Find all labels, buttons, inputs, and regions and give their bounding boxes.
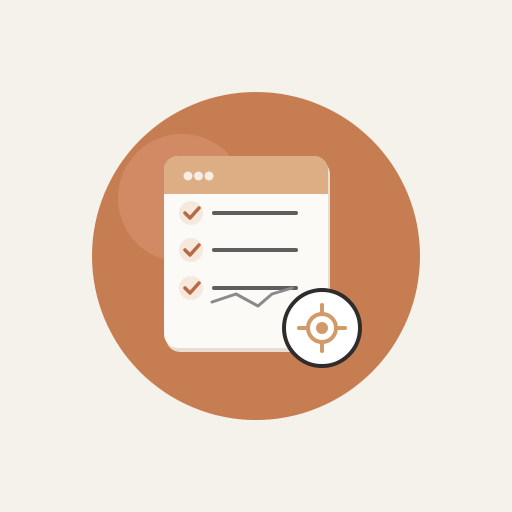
app-icon <box>0 0 512 512</box>
window-control-dot <box>183 171 193 181</box>
check-badge <box>179 238 203 262</box>
crosshair-badge <box>282 288 362 368</box>
window-control-dot <box>204 171 214 181</box>
check-badge <box>179 201 203 225</box>
window-control-dot <box>194 171 203 181</box>
check-badge <box>179 276 203 300</box>
window-controls <box>183 171 214 181</box>
icon-artwork <box>0 0 512 512</box>
